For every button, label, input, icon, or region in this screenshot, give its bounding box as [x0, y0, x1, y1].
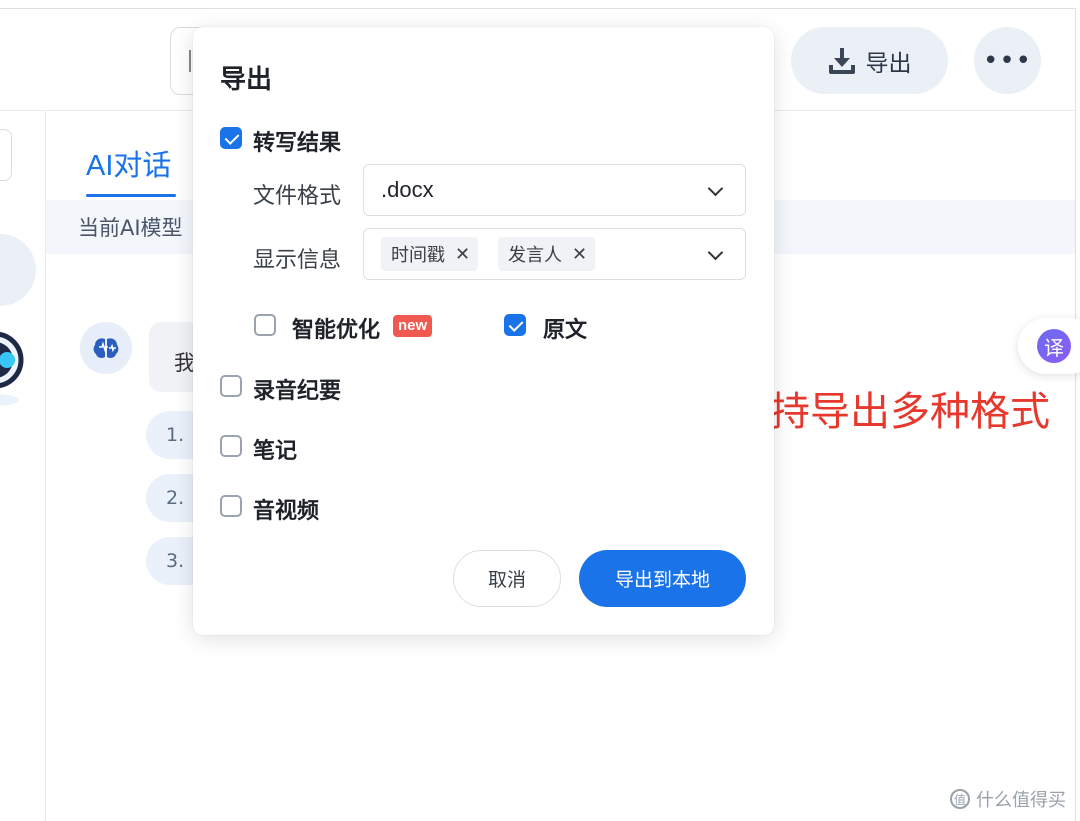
transcript-label: 转写结果 [253, 131, 342, 156]
tag-timestamp: 时间戳 ✕ [381, 237, 479, 271]
more-options-button[interactable]: ••• [974, 27, 1041, 94]
smart-optimize-label: 智能优化 [292, 318, 381, 343]
smart-optimize-checkbox[interactable] [254, 314, 276, 336]
export-button-label: 导出 [865, 50, 912, 77]
watermark-logo-icon: 值 [950, 789, 970, 809]
tab-active-indicator [86, 194, 176, 197]
robot-mascot-icon [0, 331, 24, 406]
download-icon [828, 47, 855, 74]
notes-label: 笔记 [253, 439, 298, 464]
chevron-down-icon [707, 180, 724, 197]
export-dialog: 导出 转写结果 文件格式 .docx 显示信息 时间戳 ✕ 发言人 ✕ 智能优化… [193, 27, 774, 635]
close-icon[interactable]: ✕ [455, 244, 470, 265]
cancel-button[interactable]: 取消 [453, 550, 561, 607]
recording-summary-checkbox[interactable] [220, 375, 242, 397]
app-window: 导出 ••• AI对话 当前AI模型 我 1. 2. 3. 译 还支持导出多种格… [0, 0, 1080, 821]
window-right-border [1075, 8, 1076, 821]
chevron-down-icon [707, 244, 724, 261]
model-label: 当前AI模型 [78, 216, 183, 240]
audio-video-label: 音视频 [253, 499, 320, 524]
display-info-label: 显示信息 [253, 248, 342, 273]
tab-ai-chat[interactable]: AI对话 [86, 142, 171, 184]
tag-speaker-label: 发言人 [508, 245, 562, 266]
window-top-border [0, 8, 1076, 9]
watermark-text: 什么值得买 [976, 790, 1066, 811]
file-format-select[interactable]: .docx [363, 164, 746, 216]
export-button[interactable]: 导出 [791, 27, 948, 94]
new-badge: new [393, 315, 433, 337]
audio-video-checkbox[interactable] [220, 495, 242, 517]
export-to-local-button[interactable]: 导出到本地 [579, 550, 746, 607]
file-format-label: 文件格式 [253, 184, 342, 209]
transcript-checkbox[interactable] [220, 127, 242, 149]
notes-checkbox[interactable] [220, 435, 242, 457]
close-icon[interactable]: ✕ [572, 244, 587, 265]
brain-icon [93, 338, 119, 358]
export-dialog-title: 导出 [220, 65, 273, 95]
file-format-value: .docx [381, 177, 434, 202]
left-nav-pill[interactable] [0, 234, 36, 306]
more-icon: ••• [982, 45, 1032, 76]
recording-summary-label: 录音纪要 [253, 379, 342, 404]
ai-avatar [80, 322, 132, 374]
original-text-checkbox[interactable] [504, 314, 526, 336]
translate-icon: 译 [1037, 329, 1071, 363]
tag-timestamp-label: 时间戳 [391, 245, 445, 266]
display-info-select[interactable]: 时间戳 ✕ 发言人 ✕ [363, 228, 746, 280]
watermark: 值 什么值得买 [950, 786, 1066, 812]
left-search-input[interactable] [0, 129, 12, 181]
text-caret [189, 50, 191, 72]
tag-speaker: 发言人 ✕ [498, 237, 596, 271]
original-text-label: 原文 [543, 318, 588, 343]
translate-float-button[interactable]: 译 [1018, 318, 1080, 374]
